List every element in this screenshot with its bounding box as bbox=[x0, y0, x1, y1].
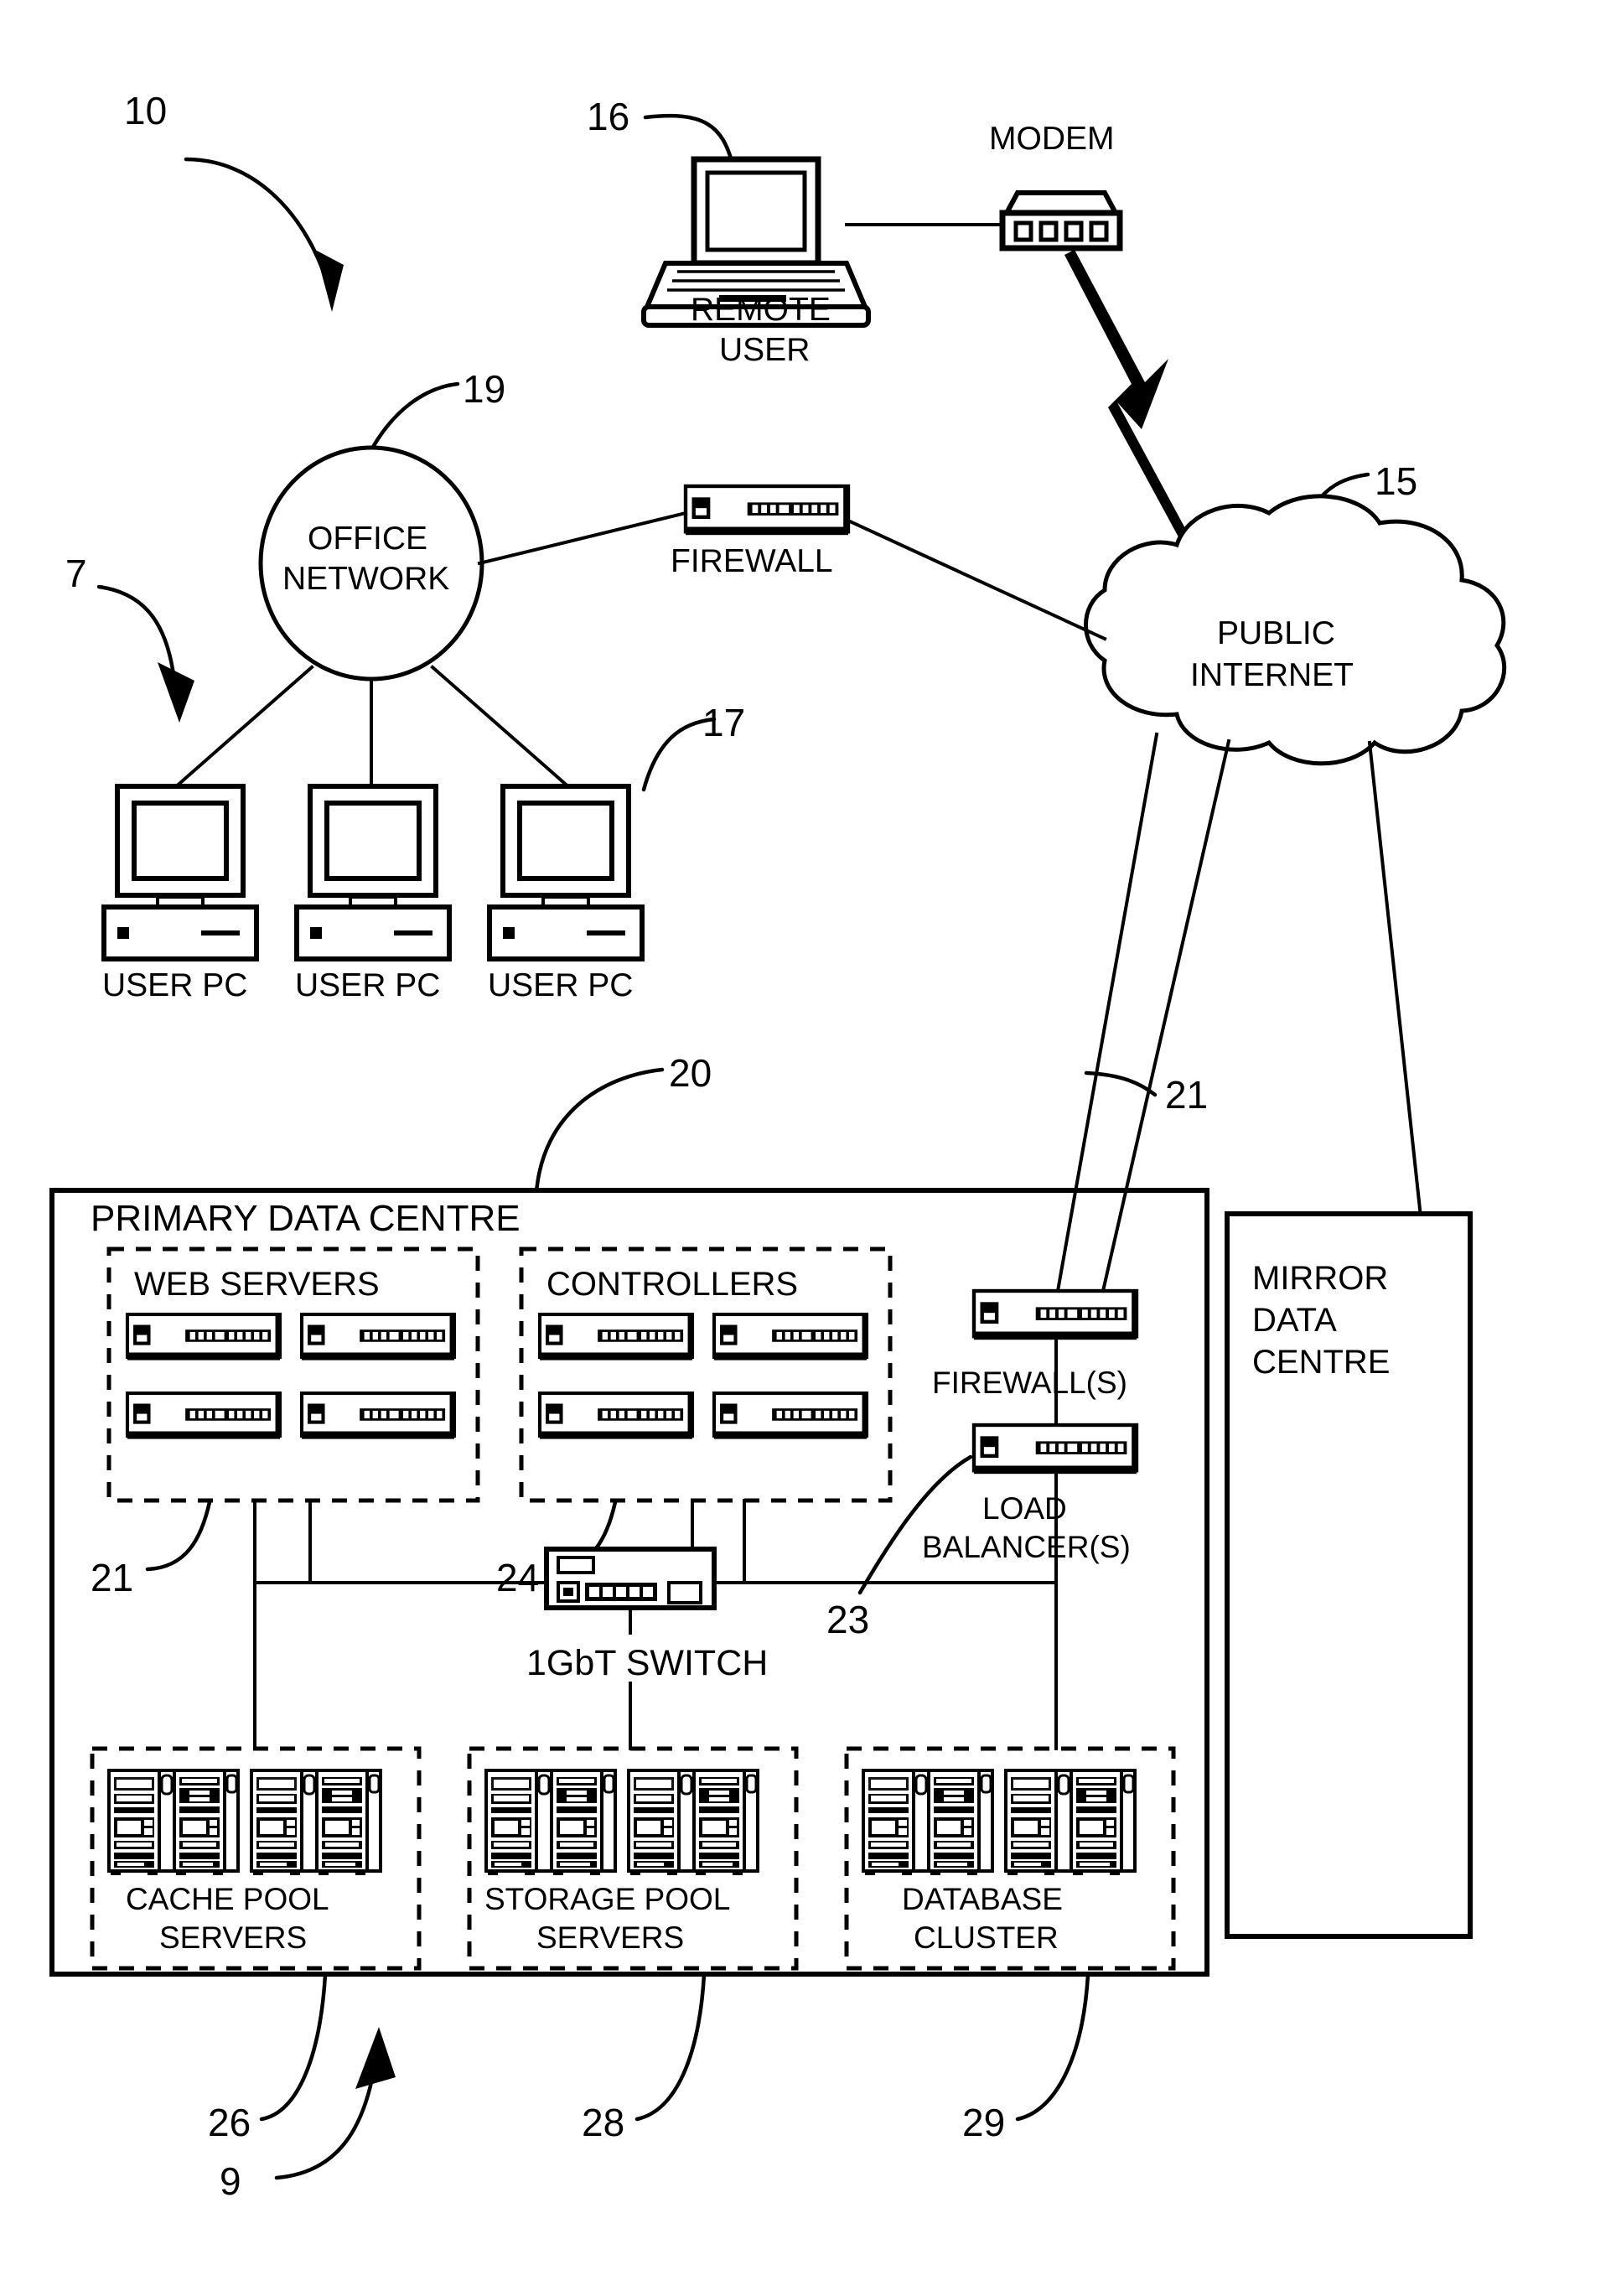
storage-pool-label-line2: SERVERS bbox=[536, 1920, 684, 1955]
public-internet-label-line2: INTERNET bbox=[1190, 657, 1354, 693]
user-pc-2-icon bbox=[297, 786, 449, 959]
ref-10-label: 10 bbox=[124, 89, 167, 132]
cache-pool-label-line2: SERVERS bbox=[159, 1920, 307, 1955]
ref-16-label: 16 bbox=[587, 95, 629, 138]
remote-user-label-line2: USER bbox=[719, 332, 810, 368]
office-firewall-icon bbox=[686, 486, 850, 535]
user-pc-3-label: USER PC bbox=[488, 967, 633, 1003]
network-architecture-diagram: 10 16 REMOTE USER MODEM 15 PUBLIC INTERN… bbox=[0, 0, 1616, 2296]
controllers-label: CONTROLLERS bbox=[546, 1266, 798, 1303]
primary-data-centre-title: PRIMARY DATA CENTRE bbox=[91, 1198, 521, 1239]
web-server-unit-3 bbox=[127, 1393, 282, 1439]
user-pc-1-label: USER PC bbox=[102, 967, 247, 1003]
ref-21-label: 21 bbox=[1165, 1073, 1208, 1117]
storage-pool-servers-icon-b bbox=[627, 1769, 759, 1877]
database-cluster-label-line2: CLUSTER bbox=[914, 1920, 1059, 1955]
gigabit-switch-label: 1GbT SWITCH bbox=[526, 1643, 768, 1683]
office-firewall-label: FIREWALL bbox=[671, 543, 833, 579]
web-servers-label: WEB SERVERS bbox=[134, 1266, 380, 1303]
controller-unit-2 bbox=[714, 1314, 868, 1360]
user-pc-1-icon bbox=[104, 786, 256, 959]
user-pc-2-label: USER PC bbox=[295, 967, 440, 1003]
ref-26-label: 26 bbox=[208, 2101, 251, 2144]
mirror-data-centre-label-line1: MIRROR bbox=[1252, 1260, 1388, 1297]
database-cluster-label-line1: DATABASE bbox=[902, 1882, 1063, 1916]
web-server-unit-4 bbox=[302, 1393, 456, 1439]
ref-15-label: 15 bbox=[1375, 459, 1417, 503]
ref-24-label: 24 bbox=[496, 1556, 539, 1599]
datacentre-loadbalancers-label-line2: BALANCER(S) bbox=[922, 1530, 1131, 1564]
datacentre-loadbalancers-icon bbox=[974, 1425, 1138, 1474]
modem-label: MODEM bbox=[989, 121, 1115, 157]
ref-20-label: 20 bbox=[669, 1051, 712, 1095]
ref-17-label: 17 bbox=[702, 701, 745, 744]
ref-22-label: 21 bbox=[91, 1556, 133, 1599]
datacentre-firewalls-icon bbox=[974, 1291, 1138, 1340]
cache-pool-servers-icon-b bbox=[250, 1769, 382, 1877]
web-server-unit-2 bbox=[302, 1314, 456, 1360]
ref-28-label: 28 bbox=[582, 2101, 624, 2144]
controller-unit-1 bbox=[540, 1314, 694, 1360]
user-pc-3-icon bbox=[489, 786, 642, 959]
storage-pool-servers-icon-a bbox=[484, 1769, 617, 1877]
datacentre-loadbalancers-label-line1: LOAD bbox=[982, 1491, 1067, 1526]
office-network-label-line2: NETWORK bbox=[282, 561, 449, 597]
patent-figure-canvas: 10 16 REMOTE USER MODEM 15 PUBLIC INTERN… bbox=[0, 0, 1616, 2296]
database-cluster-icon-a bbox=[862, 1769, 994, 1877]
mirror-data-centre-label-line2: DATA bbox=[1252, 1302, 1337, 1339]
ref-7-label: 7 bbox=[65, 552, 87, 595]
datacentre-firewalls-label: FIREWALL(S) bbox=[932, 1366, 1127, 1400]
controller-unit-4 bbox=[714, 1393, 868, 1439]
storage-pool-label-line1: STORAGE POOL bbox=[484, 1882, 730, 1916]
database-cluster-icon-b bbox=[1004, 1769, 1137, 1877]
cache-pool-servers-icon-a bbox=[107, 1769, 240, 1877]
ref-19-label: 19 bbox=[463, 367, 505, 411]
controller-unit-3 bbox=[540, 1393, 694, 1439]
public-internet-label-line1: PUBLIC bbox=[1217, 615, 1335, 651]
web-server-unit-1 bbox=[127, 1314, 282, 1360]
modem-icon bbox=[999, 190, 1123, 251]
remote-user-label-line1: REMOTE bbox=[691, 292, 831, 328]
gigabit-switch-icon bbox=[544, 1547, 717, 1610]
cache-pool-label-line1: CACHE POOL bbox=[126, 1882, 329, 1916]
ref-23-label: 23 bbox=[826, 1598, 869, 1641]
ref-29-label: 29 bbox=[962, 2101, 1005, 2144]
ref-9-label: 9 bbox=[220, 2159, 241, 2203]
office-network-label-line1: OFFICE bbox=[308, 521, 427, 557]
mirror-data-centre-label-line3: CENTRE bbox=[1252, 1344, 1390, 1381]
